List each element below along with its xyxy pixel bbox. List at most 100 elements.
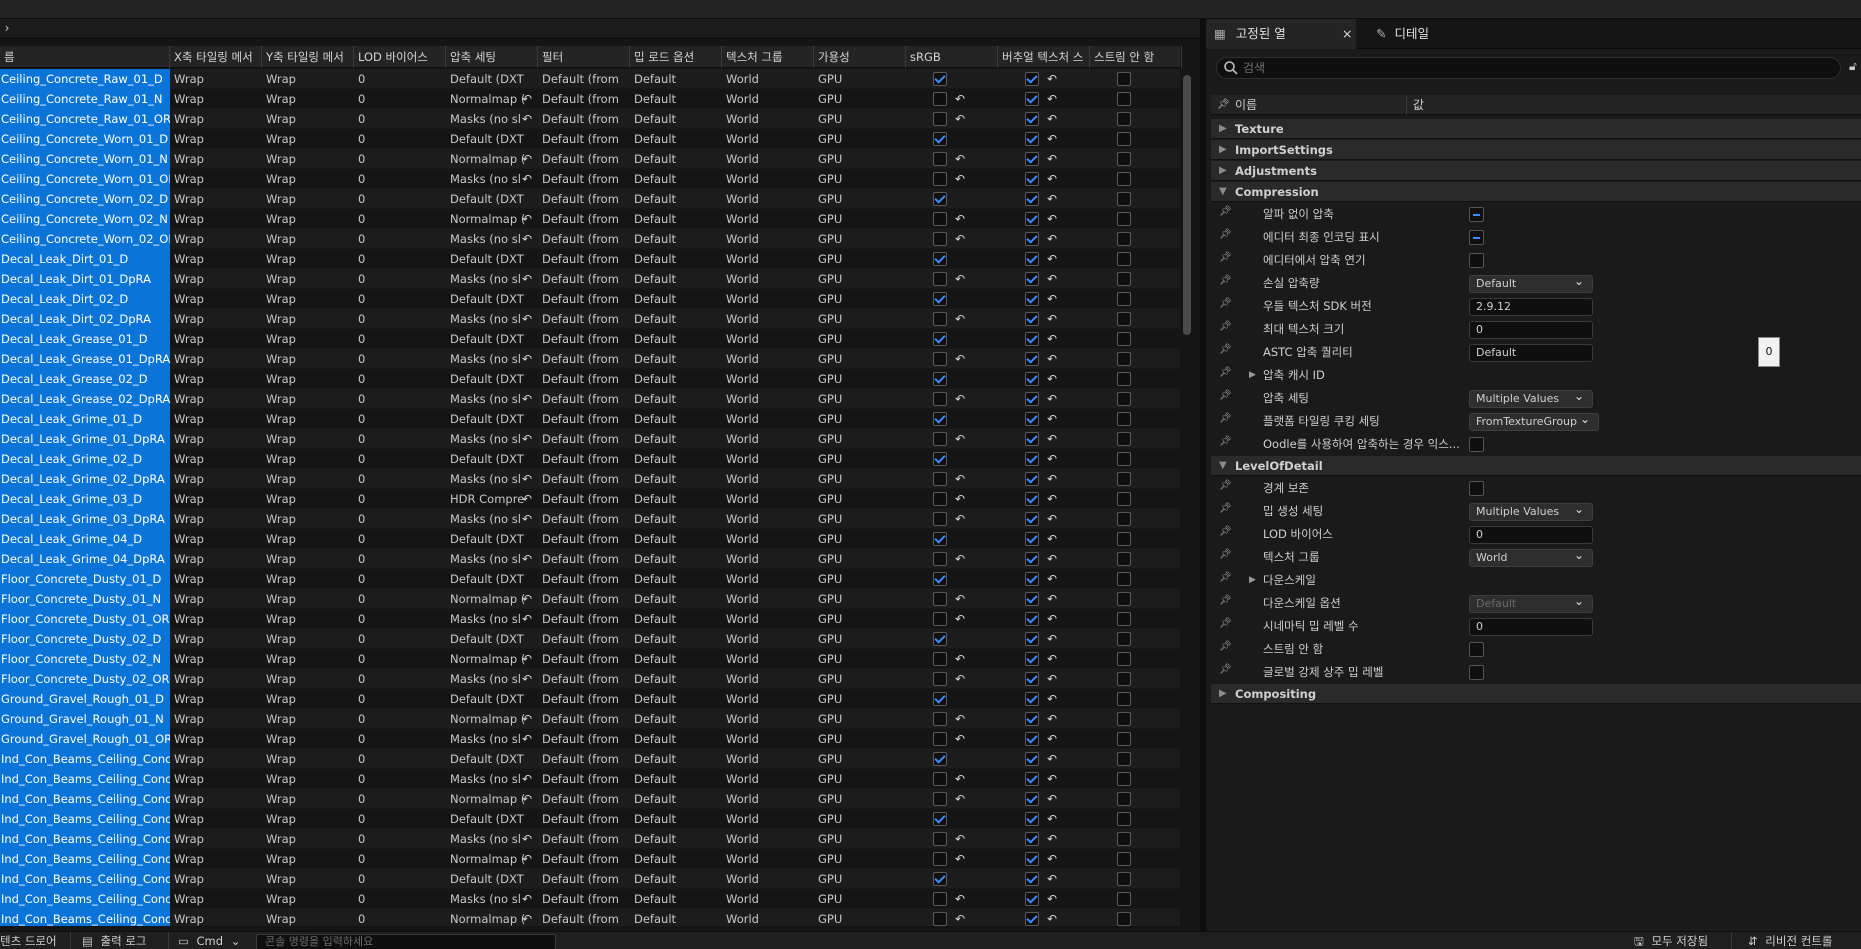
table-row[interactable]: Floor_Concrete_Dusty_02_ORD Wrap Wrap 0 Mask… [0, 669, 1180, 689]
asset-name-cell[interactable]: Decal_Leak_Grease_01_DpRA [0, 349, 170, 369]
table-row[interactable]: Ind_Con_Beams_Ceiling_Concr Wrap Wrap 0 Norm… [0, 789, 1180, 809]
srgb-checkbox[interactable] [933, 312, 947, 326]
virtual-texture-checkbox[interactable] [1025, 292, 1039, 306]
reset-to-default-icon[interactable]: ↶ [520, 510, 534, 528]
asset-name-cell[interactable]: Floor_Concrete_Dusty_01_D [0, 569, 170, 589]
reset-to-default-icon[interactable]: ↶ [1045, 750, 1059, 768]
pin-icon[interactable]: 📌︎ [1219, 480, 1232, 491]
reset-to-default-icon[interactable]: ↶ [1045, 450, 1059, 468]
never-stream-checkbox[interactable] [1117, 432, 1131, 446]
reset-to-default-icon[interactable]: ↶ [953, 390, 967, 408]
srgb-checkbox[interactable] [933, 572, 947, 586]
srgb-checkbox[interactable] [933, 872, 947, 886]
asset-name-cell[interactable]: Ind_Con_Beams_Ceiling_Concr [0, 909, 170, 926]
table-row[interactable]: Ind_Con_Beams_Ceiling_Concr Wrap Wrap 0 Defa… [0, 869, 1180, 889]
srgb-checkbox[interactable] [933, 512, 947, 526]
reset-to-default-icon[interactable]: ↶ [1045, 850, 1059, 868]
property-dropdown[interactable]: World [1469, 549, 1593, 567]
table-row[interactable]: Decal_Leak_Grime_03_D Wrap Wrap 0 HDR Compre… [0, 489, 1180, 509]
asset-name-cell[interactable]: Ind_Con_Beams_Ceiling_Concr [0, 789, 170, 809]
srgb-checkbox[interactable] [933, 352, 947, 366]
asset-name-cell[interactable]: Floor_Concrete_Dusty_01_ORD [0, 609, 170, 629]
srgb-checkbox[interactable] [933, 772, 947, 786]
reset-to-default-icon[interactable]: ↶ [953, 170, 967, 188]
cmd-dropdown[interactable]: ▭ Cmd ⌄ [178, 932, 248, 949]
property-dropdown[interactable]: Default [1469, 275, 1593, 293]
asset-name-cell[interactable]: Ind_Con_Beams_Ceiling_Concr [0, 809, 170, 829]
virtual-texture-checkbox[interactable] [1025, 452, 1039, 466]
virtual-texture-checkbox[interactable] [1025, 192, 1039, 206]
reset-to-default-icon[interactable]: ↶ [1045, 390, 1059, 408]
asset-name-cell[interactable]: Ind_Con_Beams_Ceiling_Concr [0, 769, 170, 789]
never-stream-checkbox[interactable] [1117, 332, 1131, 346]
srgb-checkbox[interactable] [933, 152, 947, 166]
virtual-texture-checkbox[interactable] [1025, 572, 1039, 586]
table-row[interactable]: Ceiling_Concrete_Worn_01_N Wrap Wrap 0 Norma… [0, 149, 1180, 169]
reset-to-default-icon[interactable]: ↶ [953, 890, 967, 908]
never-stream-checkbox[interactable] [1117, 632, 1131, 646]
never-stream-checkbox[interactable] [1117, 692, 1131, 706]
virtual-texture-checkbox[interactable] [1025, 592, 1039, 606]
never-stream-checkbox[interactable] [1117, 232, 1131, 246]
asset-name-cell[interactable]: Ceiling_Concrete_Worn_01_ORD [0, 169, 170, 189]
lock-icon[interactable]: 🔓︎ [1849, 59, 1857, 74]
reset-to-default-icon[interactable]: ↶ [1045, 270, 1059, 288]
srgb-checkbox[interactable] [933, 792, 947, 806]
reset-to-default-icon[interactable]: ↶ [1045, 510, 1059, 528]
table-row[interactable]: Decal_Leak_Grease_01_DpRA Wrap Wrap 0 Masks … [0, 349, 1180, 369]
table-row[interactable]: Decal_Leak_Grime_01_DpRA Wrap Wrap 0 Masks (… [0, 429, 1180, 449]
virtual-texture-checkbox[interactable] [1025, 532, 1039, 546]
virtual-texture-checkbox[interactable] [1025, 512, 1039, 526]
column-header[interactable]: 버추얼 텍스처 스 [998, 46, 1090, 68]
reset-to-default-icon[interactable]: ↶ [953, 230, 967, 248]
reset-to-default-icon[interactable]: ↶ [1045, 630, 1059, 648]
virtual-texture-checkbox[interactable] [1025, 332, 1039, 346]
srgb-checkbox[interactable] [933, 852, 947, 866]
pin-icon[interactable]: 📌︎ [1219, 413, 1232, 424]
pin-icon[interactable]: 📌︎ [1219, 618, 1232, 629]
pin-icon[interactable]: 📌︎ [1219, 503, 1232, 514]
never-stream-checkbox[interactable] [1117, 732, 1131, 746]
asset-name-cell[interactable]: Decal_Leak_Grease_01_D [0, 329, 170, 349]
reset-to-default-icon[interactable]: ↶ [1045, 570, 1059, 588]
srgb-checkbox[interactable] [933, 252, 947, 266]
table-row[interactable]: Ceiling_Concrete_Worn_01_D Wrap Wrap 0 Defau… [0, 129, 1180, 149]
virtual-texture-checkbox[interactable] [1025, 872, 1039, 886]
reset-to-default-icon[interactable]: ↶ [1045, 610, 1059, 628]
table-row[interactable]: Ind_Con_Beams_Ceiling_Concr Wrap Wrap 0 Mask… [0, 769, 1180, 789]
collapse-arrow-icon[interactable]: ▼ [1219, 182, 1227, 202]
never-stream-checkbox[interactable] [1117, 292, 1131, 306]
srgb-checkbox[interactable] [933, 332, 947, 346]
srgb-checkbox[interactable] [933, 172, 947, 186]
table-row[interactable]: Ground_Gravel_Rough_01_ORD Wrap Wrap 0 Masks… [0, 729, 1180, 749]
expand-chevron-icon[interactable]: › [0, 21, 14, 35]
reset-to-default-icon[interactable]: ↶ [953, 150, 967, 168]
save-all-button[interactable]: 🖫︎ 모두 저장됨 [1634, 932, 1724, 949]
reset-to-default-icon[interactable]: ↶ [1045, 230, 1059, 248]
asset-name-cell[interactable]: Ceiling_Concrete_Worn_02_N [0, 209, 170, 229]
pin-icon[interactable]: 📌︎ [1219, 275, 1232, 286]
reset-to-default-icon[interactable]: ↶ [953, 710, 967, 728]
table-row[interactable]: Decal_Leak_Dirt_01_DpRA Wrap Wrap 0 Masks (n… [0, 269, 1180, 289]
reset-to-default-icon[interactable]: ↶ [520, 150, 534, 168]
table-row[interactable]: Ceiling_Concrete_Raw_01_D Wrap Wrap 0 Defaul… [0, 69, 1180, 89]
pin-icon[interactable]: 📌︎ [1219, 344, 1232, 355]
asset-name-cell[interactable]: Ceiling_Concrete_Raw_01_N [0, 89, 170, 109]
table-row[interactable]: Ind_Con_Beams_Ceiling_Concr Wrap Wrap 0 Defa… [0, 749, 1180, 769]
srgb-checkbox[interactable] [933, 232, 947, 246]
table-row[interactable]: Ground_Gravel_Rough_01_N Wrap Wrap 0 Normalm… [0, 709, 1180, 729]
virtual-texture-checkbox[interactable] [1025, 472, 1039, 486]
asset-name-cell[interactable]: Decal_Leak_Grime_01_D [0, 409, 170, 429]
reset-to-default-icon[interactable]: ↶ [953, 850, 967, 868]
srgb-checkbox[interactable] [933, 392, 947, 406]
pin-icon[interactable]: 📌︎ [1219, 206, 1232, 217]
virtual-texture-checkbox[interactable] [1025, 252, 1039, 266]
srgb-checkbox[interactable] [933, 532, 947, 546]
srgb-checkbox[interactable] [933, 592, 947, 606]
srgb-checkbox[interactable] [933, 192, 947, 206]
srgb-checkbox[interactable] [933, 212, 947, 226]
section-compositing[interactable]: ▶ Compositing [1211, 684, 1861, 704]
never-stream-checkbox[interactable] [1117, 752, 1131, 766]
never-stream-checkbox[interactable] [1117, 272, 1131, 286]
reset-to-default-icon[interactable]: ↶ [953, 610, 967, 628]
